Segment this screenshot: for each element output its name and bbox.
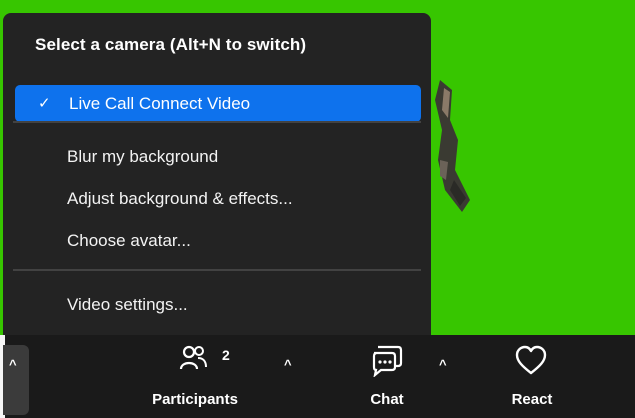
participants-icon	[179, 345, 207, 370]
caret-up-icon[interactable]: ^	[284, 357, 292, 372]
menu-item-label: Live Call Connect Video	[69, 94, 251, 113]
video-options-button[interactable]: ^	[3, 345, 29, 415]
camera-menu: Select a camera (Alt+N to switch) ✓ Live…	[3, 13, 431, 335]
chat-label: Chat	[370, 391, 404, 408]
menu-header: Select a camera (Alt+N to switch)	[35, 35, 307, 54]
heart-icon	[515, 345, 547, 375]
chat-button[interactable]: Chat	[355, 335, 419, 418]
caret-up-icon: ^	[9, 357, 17, 372]
menu-divider	[13, 269, 421, 271]
participants-label: Participants	[152, 391, 238, 408]
participants-button[interactable]: 2 Participants	[140, 335, 250, 418]
checkmark-icon: ✓	[38, 95, 51, 112]
caret-up-icon[interactable]: ^	[439, 357, 447, 372]
react-label: React	[511, 391, 553, 408]
participants-count: 2	[222, 347, 230, 363]
menu-item-blur-background[interactable]: Blur my background	[67, 147, 218, 167]
chat-icon	[372, 345, 403, 377]
menu-item-choose-avatar[interactable]: Choose avatar...	[67, 231, 191, 251]
menu-item-live-call-connect-video[interactable]: ✓ Live Call Connect Video	[15, 85, 421, 122]
menu-item-adjust-background[interactable]: Adjust background & effects...	[67, 189, 293, 209]
menu-item-video-settings[interactable]: Video settings...	[67, 295, 188, 315]
react-button[interactable]: React	[495, 335, 569, 418]
menu-divider	[13, 121, 421, 123]
